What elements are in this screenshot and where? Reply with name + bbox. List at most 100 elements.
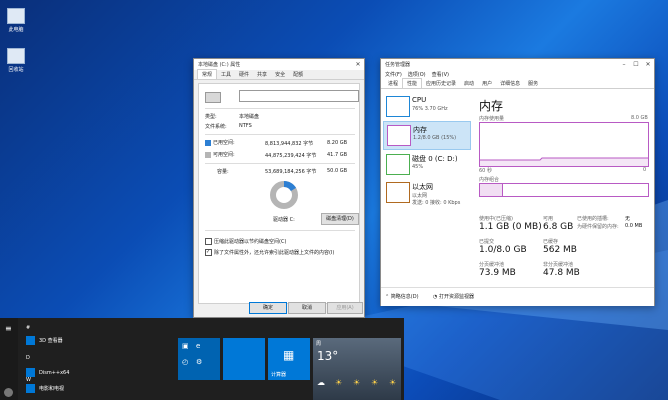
weather-temperature: 13° (317, 349, 339, 363)
taskmgr-tabs: 进程 性能 应用历史记录 启动 用户 详细信息 服务 (381, 78, 654, 89)
settings-icon: ⚙ (196, 358, 203, 366)
free-color-swatch (205, 151, 211, 158)
menu-view[interactable]: 查看(V) (432, 71, 449, 78)
tile-blank[interactable] (223, 338, 265, 380)
usage-label: 内存使用量 (479, 116, 505, 122)
taskmgr-title: 任务管理器 (385, 62, 411, 68)
maximize-icon[interactable]: ☐ (630, 61, 642, 68)
tab-services[interactable]: 服务 (524, 79, 542, 88)
sunny-icon: ☀ (371, 378, 379, 387)
cancel-button[interactable]: 取消 (288, 302, 326, 314)
tab-users[interactable]: 用户 (478, 79, 496, 88)
close-icon[interactable]: ✕ (352, 61, 364, 68)
disk-name: 磁盘 0 (C: D:) (412, 155, 458, 163)
ethernet-rate: 发送: 0 接收: 0 Kbps (412, 200, 461, 206)
tab-tools[interactable]: 工具 (217, 70, 235, 79)
ethernet-name: 以太网 (412, 183, 433, 191)
app-dism[interactable]: Dism++x64 (26, 368, 69, 377)
memory-composition-bar (479, 183, 649, 197)
app-3d-viewer[interactable]: 3D 查看器 (26, 336, 63, 345)
desktop-icon-this-pc[interactable]: 此电脑 (4, 8, 28, 33)
menu-options[interactable]: 选项(O) (408, 71, 426, 78)
calculator-icon: ▦ (283, 348, 295, 362)
desktop-icon-recycle-bin[interactable]: 回收站 (4, 48, 28, 73)
tab-startup[interactable]: 启动 (460, 79, 478, 88)
minimize-icon[interactable]: – (618, 61, 630, 68)
open-resource-monitor-link[interactable]: ◔ 打开资源监视器 (433, 293, 474, 300)
free-space-label: 可用空间: (205, 151, 235, 158)
tab-app-history[interactable]: 应用历史记录 (422, 79, 460, 88)
tab-security[interactable]: 安全 (271, 70, 289, 79)
calculator-label: 计算器 (271, 372, 287, 378)
disk-cleanup-button[interactable]: 磁盘清理(D) (321, 213, 359, 225)
filesystem-value: NTFS (239, 123, 252, 129)
desktop-icon-label: 回收站 (8, 67, 24, 73)
sidebar-item-cpu[interactable]: CPU 76% 3.70 GHz (383, 93, 471, 120)
app-group-letter[interactable]: W (26, 377, 31, 383)
tab-hardware[interactable]: 硬件 (235, 70, 253, 79)
stat-value-available: 6.8 GB (543, 222, 574, 232)
taskmgr-footer: ⌃ 简略信息(D) ◔ 打开资源监视器 (381, 287, 654, 306)
recycle-bin-icon (7, 48, 25, 64)
index-label: 除了文件属性外，还允许索引此驱动器上文件的内容(I) (214, 250, 335, 256)
stat-label-paged-pool: 分页缓冲池 (479, 262, 505, 268)
divider (205, 134, 355, 135)
tab-performance[interactable]: 性能 (402, 78, 423, 88)
properties-titlebar[interactable]: 本地磁盘 (C:) 属性 ✕ (194, 59, 364, 70)
drive-name-input[interactable] (239, 90, 359, 102)
stat-value-cached: 562 MB (543, 245, 577, 255)
tab-processes[interactable]: 进程 (384, 79, 402, 88)
start-rail: ≡ (0, 318, 18, 400)
index-checkbox[interactable]: ✓ (205, 249, 212, 256)
drive-letter-label: 驱动器 C: (273, 217, 295, 223)
stat-value-nonpaged-pool: 47.8 MB (543, 268, 580, 278)
main-title: 内存 (479, 99, 504, 113)
slots-value: 无 (625, 216, 631, 222)
fewer-details-link[interactable]: ⌃ 简略信息(D) (385, 293, 419, 300)
user-avatar-icon[interactable] (4, 388, 13, 397)
sidebar-item-disk[interactable]: 磁盘 0 (C: D:) 45% (383, 151, 471, 178)
menu-file[interactable]: 文件(F) (385, 71, 402, 78)
app-movies-tv[interactable]: 电影和电视 (26, 384, 64, 393)
usage-max: 8.0 GB (631, 115, 648, 121)
apply-button[interactable]: 应用(A) (327, 302, 363, 314)
taskmgr-titlebar[interactable]: 任务管理器 – ☐ ✕ (381, 59, 654, 70)
ok-button[interactable]: 确定 (249, 302, 287, 314)
memory-usage-graph (479, 122, 649, 167)
tab-general[interactable]: 常规 (197, 69, 218, 79)
tile-group-small[interactable]: ▣ e ◴ ⚙ (178, 338, 220, 380)
general-tab-panel: 类型: 本地磁盘 文件系统: NTFS 已用空间: 8,813,944,832 … (198, 83, 360, 304)
tile-calculator[interactable]: ▦ 计算器 (268, 338, 310, 380)
free-label-text: 可用空间: (213, 152, 235, 158)
stat-label-available: 可用 (543, 216, 554, 222)
cpu-mini-graph (386, 96, 410, 117)
weather-day: 周 (316, 341, 322, 347)
compress-checkbox[interactable] (205, 238, 212, 245)
tab-details[interactable]: 详细信息 (496, 79, 524, 88)
computer-icon (7, 8, 25, 24)
close-icon[interactable]: ✕ (642, 61, 654, 68)
sidebar-item-ethernet[interactable]: 以太网 以太网 发送: 0 接收: 0 Kbps (383, 179, 471, 209)
sidebar-item-memory[interactable]: 内存 1.2/8.0 GB (15%) (383, 121, 471, 150)
tab-sharing[interactable]: 共享 (253, 70, 271, 79)
memory-mini-graph (387, 125, 411, 146)
app-group-letter[interactable]: # (26, 325, 30, 331)
stat-value-committed: 1.0/8.0 GB (479, 245, 527, 255)
properties-title: 本地磁盘 (C:) 属性 (198, 62, 241, 68)
index-option[interactable]: ✓ 除了文件属性外，还允许索引此驱动器上文件的内容(I) (205, 249, 334, 256)
tab-quota[interactable]: 配额 (289, 70, 307, 79)
sunny-icon: ☀ (353, 378, 361, 387)
movies-tv-icon (26, 384, 35, 393)
hamburger-menu-icon[interactable]: ≡ (5, 324, 12, 333)
composition-label: 内存组合 (479, 177, 500, 183)
resource-monitor-icon: ◔ (433, 294, 438, 300)
compress-option[interactable]: 压缩此驱动器以节约磁盘空间(C) (205, 238, 286, 245)
edge-icon: e (196, 342, 201, 350)
free-bytes: 44,875,239,424 字节 (265, 153, 317, 159)
tile-weather[interactable]: 周 13° ☁ ☀ ☀ ☀ ☀ (313, 338, 401, 400)
divider (205, 230, 355, 231)
app-group-letter[interactable]: D (26, 355, 30, 361)
stat-value-paged-pool: 73.9 MB (479, 268, 516, 278)
dism-icon (26, 368, 35, 377)
properties-tabs: 常规 工具 硬件 共享 安全 配额 (194, 69, 364, 80)
